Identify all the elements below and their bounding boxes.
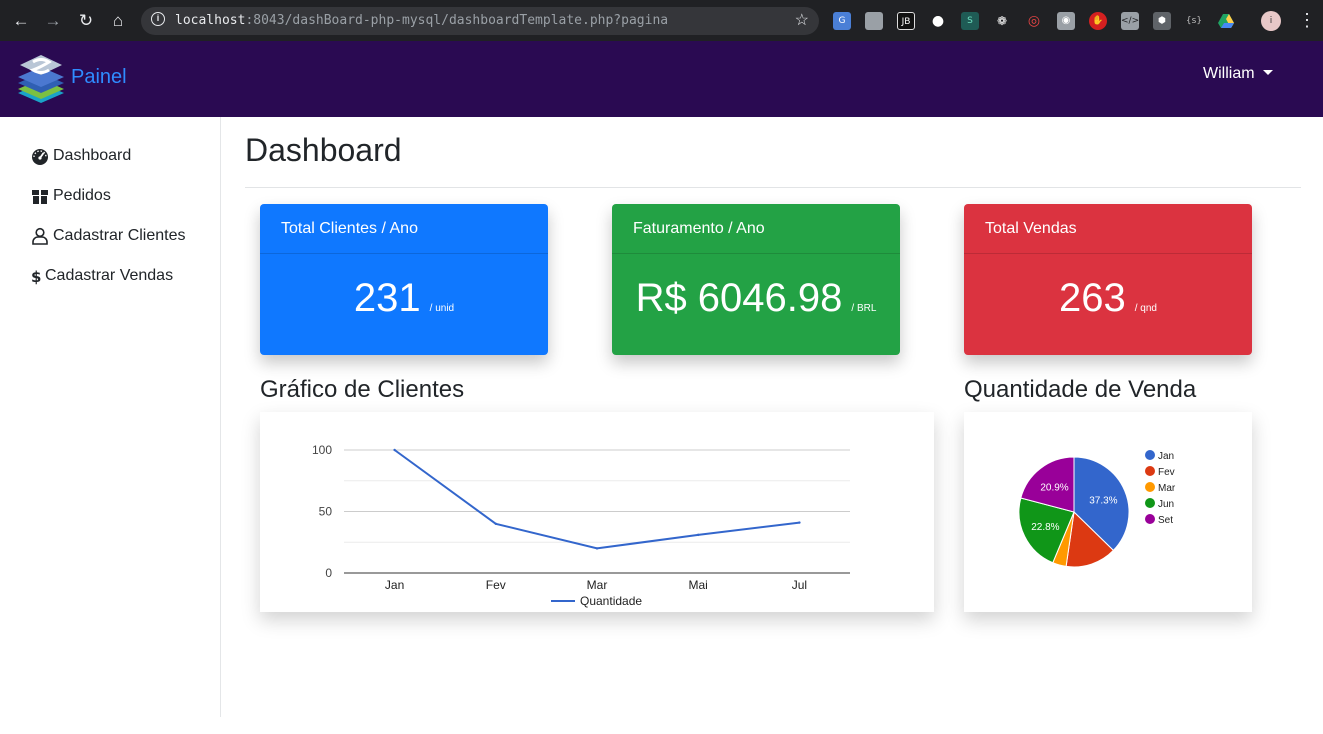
legend-swatch <box>1145 466 1155 476</box>
cube-extension-icon[interactable]: ⬢ <box>1153 12 1171 30</box>
series-line-quantidade <box>394 449 800 550</box>
jetbrains-extension-icon[interactable]: JB <box>897 12 915 30</box>
svg-text:$: $ <box>31 268 41 285</box>
slice-label: 22.8% <box>1031 522 1059 533</box>
vendas-pie-chart[interactable]: 37.3% 22.8% 20.9% Jan Fev Mar Jun Set <box>964 412 1252 612</box>
legend-label: Jan <box>1158 451 1174 462</box>
card-title: Total Vendas <box>964 204 1252 254</box>
card-body: 231 / unid <box>260 276 548 321</box>
data-point <box>697 533 700 537</box>
address-bar[interactable]: i localhost:8043/dashBoard-php-mysql/das… <box>141 7 819 35</box>
json-extension-icon[interactable]: {s} <box>1185 12 1203 30</box>
back-icon[interactable]: ← <box>8 8 34 34</box>
user-icon <box>31 227 49 245</box>
card-value: 231 <box>353 276 421 320</box>
site-info-icon[interactable]: i <box>151 12 165 26</box>
x-tick-label: Mar <box>587 578 608 592</box>
bookmark-star-icon[interactable]: ☆ <box>795 10 809 30</box>
card-body: R$ 6046.98 / BRL <box>612 276 900 321</box>
clientes-chart-title: Gráfico de Clientes <box>260 376 465 403</box>
title-divider <box>245 187 1301 188</box>
brand-name[interactable]: Painel <box>71 66 127 89</box>
url-path: :8043/dashBoard-php-mysql/dashboardTempl… <box>245 13 669 28</box>
sidebar: Dashboard Pedidos Cadastrar Clientes $ C… <box>0 117 221 717</box>
data-point <box>393 448 396 452</box>
legend-swatch <box>1145 450 1155 460</box>
data-point <box>494 522 497 525</box>
card-faturamento: Faturamento / Ano R$ 6046.98 / BRL <box>612 204 900 355</box>
tachometer-icon <box>31 147 49 165</box>
page-title: Dashboard <box>245 132 402 168</box>
target-extension-icon[interactable]: ◎ <box>1025 12 1043 30</box>
dollar-icon: $ <box>31 267 41 286</box>
y-tick-label: 50 <box>319 505 333 519</box>
camera-extension-icon[interactable]: ◉ <box>1057 12 1075 30</box>
user-dropdown[interactable]: William <box>1203 65 1273 83</box>
forward-icon[interactable]: → <box>40 8 66 34</box>
card-body: 263 / qnd <box>964 276 1252 321</box>
card-total-clientes: Total Clientes / Ano 231 / unid <box>260 204 548 355</box>
home-icon[interactable]: ⌂ <box>105 8 131 34</box>
card-value: 263 <box>1059 276 1126 320</box>
translate-extension-icon[interactable]: G <box>833 12 851 30</box>
vendas-pie-chart-panel: 37.3% 22.8% 20.9% Jan Fev Mar Jun Set <box>964 412 1252 612</box>
legend-swatch <box>1145 498 1155 508</box>
legend-label: Quantidade <box>580 594 642 608</box>
caret-down-icon <box>1262 70 1273 75</box>
sidebar-item-cadastrar-clientes[interactable]: Cadastrar Clientes <box>31 224 186 248</box>
paw-extension-icon[interactable]: ❁ <box>993 12 1011 30</box>
browser-toolbar: ← → ↻ ⌂ i localhost:8043/dashBoard-php-m… <box>0 0 1323 41</box>
x-tick-label: Jul <box>792 578 807 592</box>
url-host: localhost <box>175 13 246 28</box>
legend-label: Set <box>1158 515 1173 526</box>
legend-swatch <box>1145 514 1155 524</box>
user-name: William <box>1203 65 1255 82</box>
reload-icon[interactable]: ↻ <box>73 8 99 34</box>
profile-avatar-icon[interactable]: i <box>1261 11 1281 31</box>
card-unit: / BRL <box>851 303 877 314</box>
code-extension-icon[interactable]: </> <box>1121 12 1139 30</box>
y-tick-label: 0 <box>325 566 332 580</box>
card-unit: / unid <box>429 303 455 314</box>
card-total-vendas: Total Vendas 263 / qnd <box>964 204 1252 355</box>
x-tick-label: Jan <box>385 578 404 592</box>
browser-menu-icon[interactable]: ⋮ <box>1298 10 1316 30</box>
card-title: Faturamento / Ano <box>612 204 900 254</box>
slice-label: 37.3% <box>1089 496 1117 507</box>
box-icon <box>31 187 49 205</box>
github-extension-icon[interactable]: ● <box>929 12 947 30</box>
address-url[interactable]: localhost:8043/dashBoard-php-mysql/dashb… <box>175 13 668 28</box>
card-value: R$ 6046.98 <box>635 276 843 320</box>
stop-extension-icon[interactable]: ✋ <box>1089 12 1107 30</box>
brand-logo-icon[interactable] <box>16 53 66 105</box>
sidebar-item-label: Cadastrar Vendas <box>45 267 174 284</box>
vendas-chart-title: Quantidade de Venda <box>964 376 1197 403</box>
clientes-line-chart-panel: 0 50 100 Jan Fev Mar Mai Jul Quantidade <box>260 412 934 612</box>
top-navbar: Painel William <box>0 41 1323 117</box>
sidebar-item-label: Cadastrar Clientes <box>53 227 186 244</box>
sidebar-item-dashboard[interactable]: Dashboard <box>31 144 131 168</box>
drive-extension-icon[interactable] <box>1217 12 1235 30</box>
sidebar-item-label: Pedidos <box>53 187 111 204</box>
sidebar-item-label: Dashboard <box>53 147 132 164</box>
briefcase-extension-icon[interactable] <box>865 12 883 30</box>
s-extension-icon[interactable]: S <box>961 12 979 30</box>
x-tick-label: Fev <box>486 578 506 592</box>
clientes-line-chart[interactable]: 0 50 100 Jan Fev Mar Mai Jul Quantidade <box>260 412 934 612</box>
legend-label: Mar <box>1158 483 1176 494</box>
data-point <box>798 521 801 524</box>
slice-label: 20.9% <box>1040 483 1068 494</box>
legend-label: Fev <box>1158 467 1175 478</box>
card-unit: / qnd <box>1134 303 1157 314</box>
legend-swatch <box>1145 482 1155 492</box>
sidebar-item-pedidos[interactable]: Pedidos <box>31 184 111 208</box>
data-point <box>595 547 599 550</box>
card-title: Total Clientes / Ano <box>260 204 548 254</box>
y-tick-label: 100 <box>312 443 332 457</box>
legend-label: Jun <box>1158 499 1174 510</box>
sidebar-item-cadastrar-vendas[interactable]: $ Cadastrar Vendas <box>31 264 173 288</box>
x-tick-label: Mai <box>689 578 708 592</box>
